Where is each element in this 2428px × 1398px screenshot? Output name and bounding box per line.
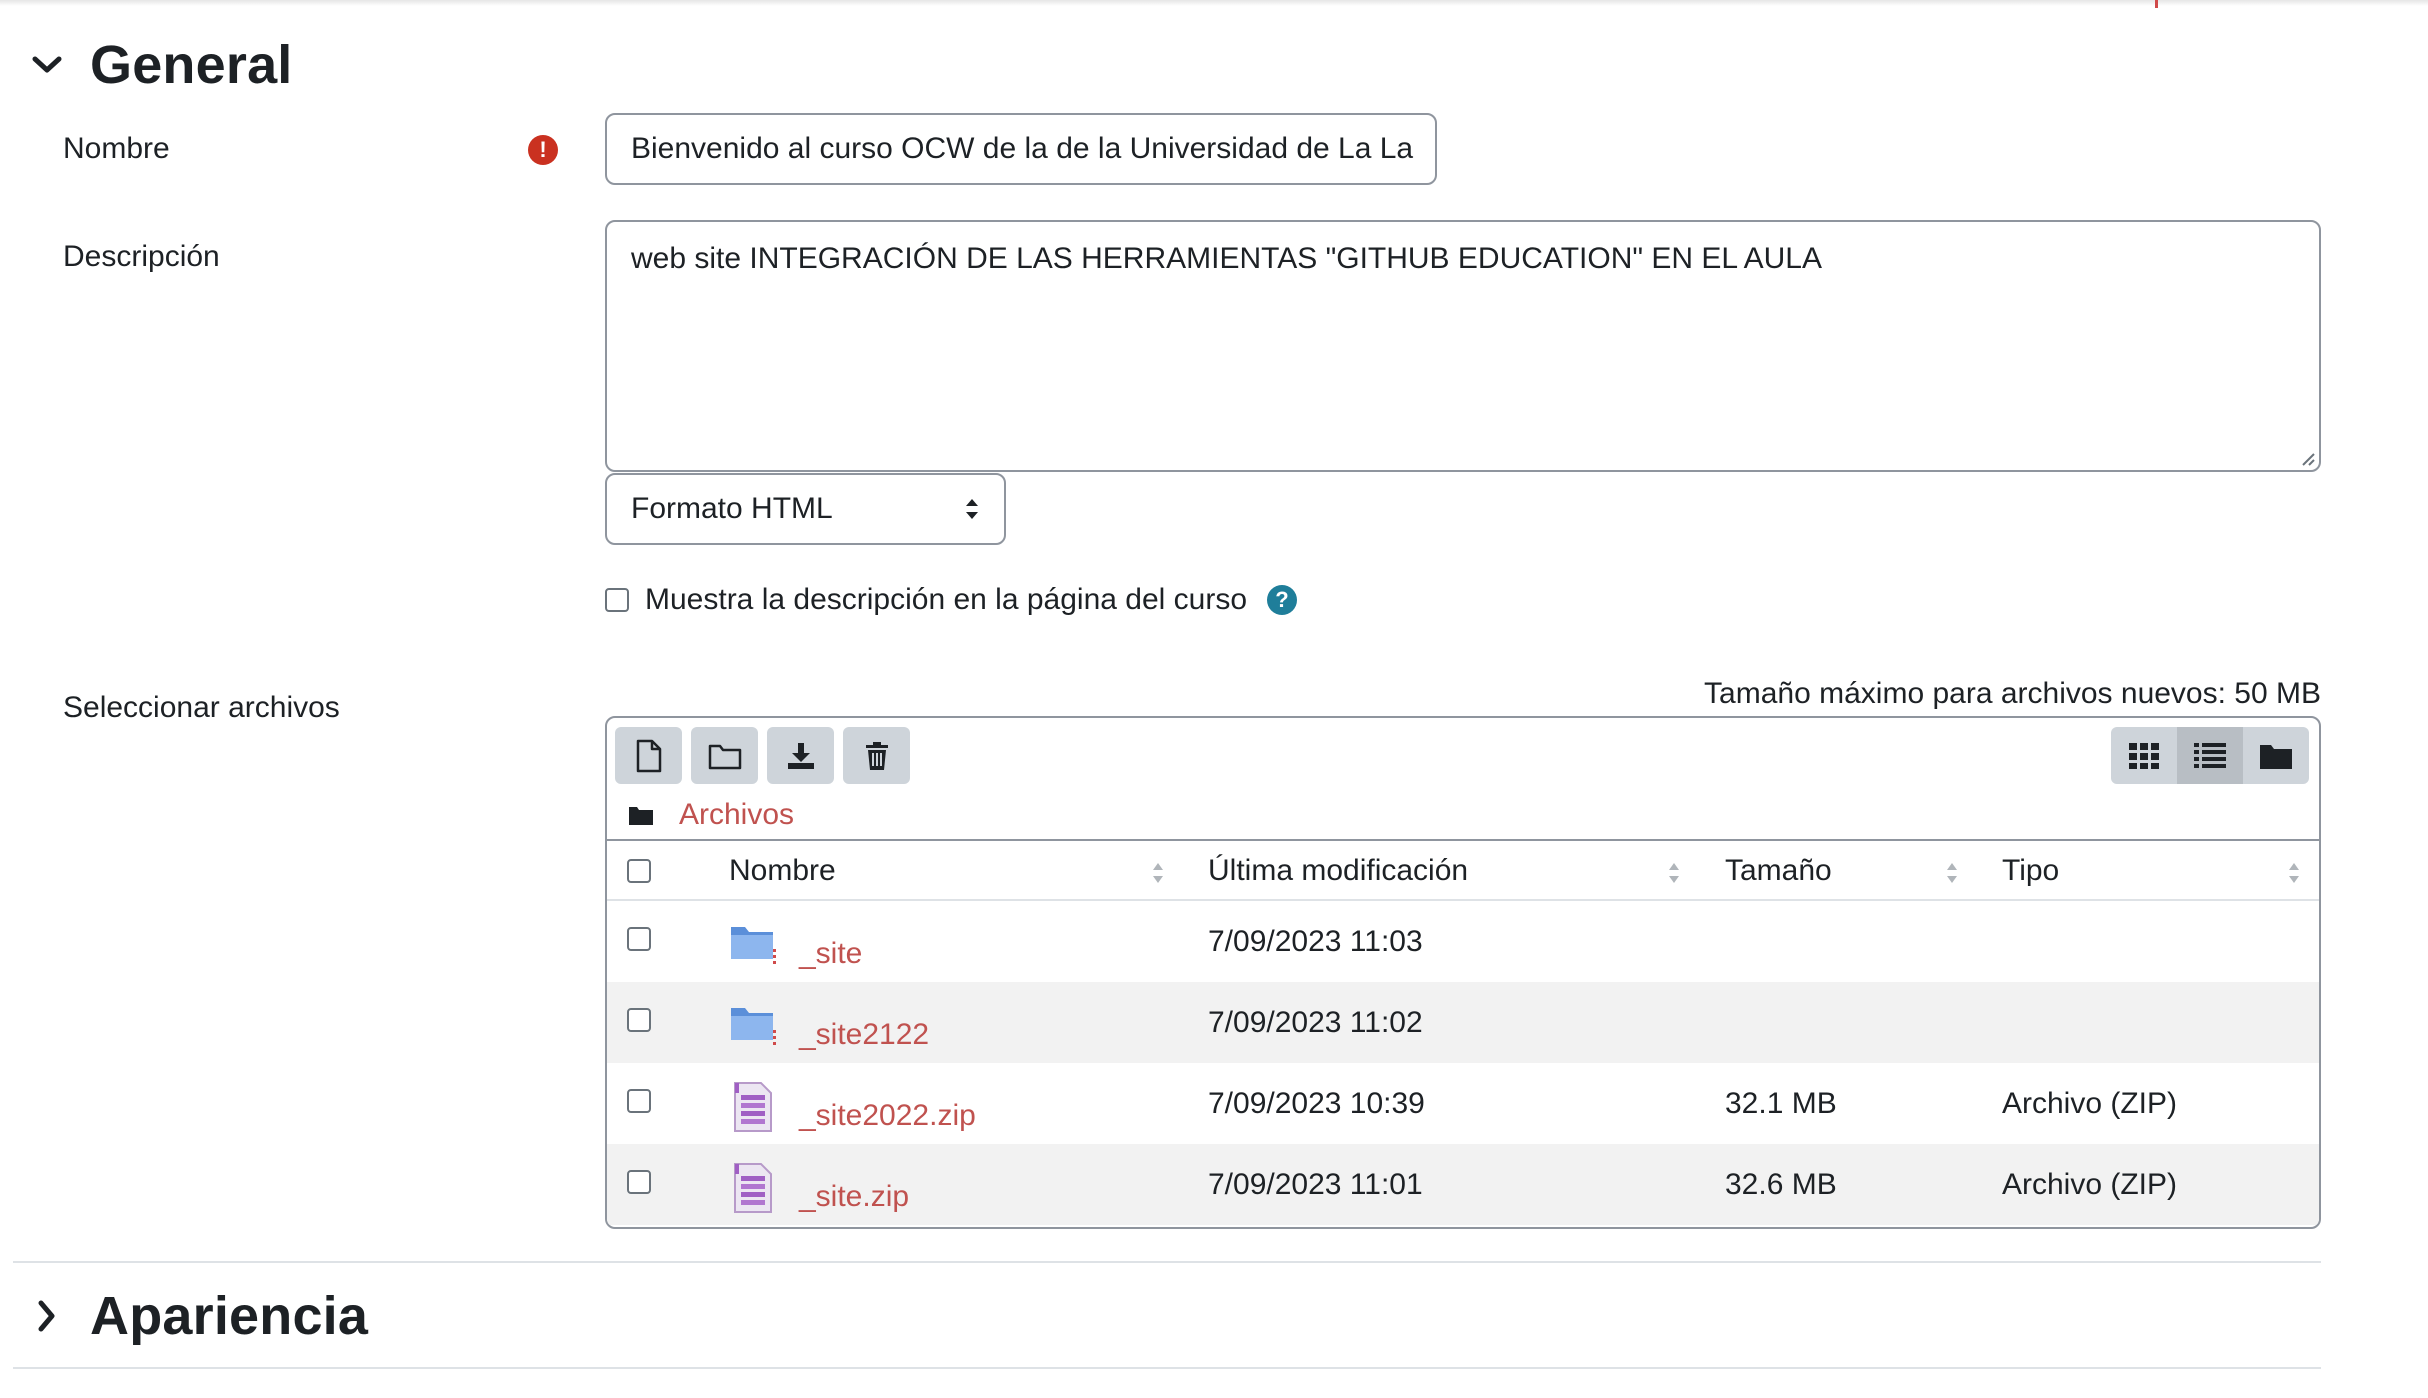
top-edge xyxy=(0,0,2428,6)
row-checkbox[interactable] xyxy=(627,1170,651,1194)
show-description-row: Muestra la descripción en la página del … xyxy=(605,583,1298,617)
sort-arrows-icon[interactable] xyxy=(1945,861,1959,885)
row-checkbox[interactable] xyxy=(627,927,651,951)
files-label: Seleccionar archivos xyxy=(63,691,340,724)
show-description-checkbox[interactable] xyxy=(605,588,629,612)
folder-icon xyxy=(731,1008,776,1045)
section-general-header[interactable]: General xyxy=(30,34,293,96)
select-all-cell xyxy=(627,841,651,901)
list-view-icon xyxy=(2194,742,2226,768)
row-checkbox[interactable] xyxy=(627,1089,651,1113)
sort-arrows-icon[interactable] xyxy=(1667,861,1681,885)
section-divider xyxy=(13,1367,2321,1369)
table-row[interactable]: _site2122 7/09/2023 11:02 xyxy=(607,982,2319,1063)
column-header-modified[interactable]: Última modificación xyxy=(1208,841,1468,901)
descripcion-textarea[interactable]: web site INTEGRACIÓN DE LAS HERRAMIENTAS… xyxy=(605,220,2321,472)
download-all-button[interactable] xyxy=(767,727,834,784)
new-folder-icon xyxy=(708,744,741,769)
file-manager: Archivos Nombre Última modificación Tama… xyxy=(605,716,2321,1229)
section-apariencia-header[interactable]: Apariencia xyxy=(30,1285,368,1347)
breadcrumb-archivos-link[interactable]: Archivos xyxy=(679,798,794,832)
sort-arrows-icon[interactable] xyxy=(1151,861,1165,885)
section-general-title: General xyxy=(90,35,293,95)
folder-tree-icon xyxy=(2260,744,2292,769)
new-file-icon xyxy=(636,739,661,772)
table-row[interactable]: _site 7/09/2023 11:03 xyxy=(607,901,2319,982)
zip-file-icon xyxy=(734,1163,772,1213)
breadcrumb: Archivos xyxy=(629,798,794,832)
file-date: 7/09/2023 10:39 xyxy=(1208,1087,1425,1120)
delete-button[interactable] xyxy=(843,727,910,784)
file-date: 7/09/2023 11:03 xyxy=(1208,925,1423,958)
file-type: Archivo (ZIP) xyxy=(2002,1168,2178,1201)
zip-file-icon xyxy=(734,1082,772,1132)
file-size: 32.1 MB xyxy=(1725,1087,1837,1120)
file-name-link[interactable]: _site2022.zip xyxy=(799,1099,976,1133)
exclamation-circle-icon: ! xyxy=(528,135,558,165)
create-folder-button[interactable] xyxy=(691,727,758,784)
grid-view-button[interactable] xyxy=(2111,727,2177,784)
table-row[interactable]: _site2022.zip 7/09/2023 10:39 32.1 MB Ar… xyxy=(607,1063,2319,1144)
file-size: 32.6 MB xyxy=(1725,1168,1837,1201)
file-name-link[interactable]: _site xyxy=(799,937,862,971)
tree-view-button[interactable] xyxy=(2243,727,2309,784)
nombre-label: Nombre xyxy=(63,132,170,165)
descripcion-value: web site INTEGRACIÓN DE LAS HERRAMIENTAS… xyxy=(631,242,1822,275)
row-checkbox[interactable] xyxy=(627,1008,651,1032)
section-apariencia-title: Apariencia xyxy=(90,1286,369,1346)
folder-icon xyxy=(731,927,776,964)
nombre-input[interactable]: Bienvenido al curso OCW de la de la Univ… xyxy=(605,113,1437,185)
folder-icon xyxy=(629,807,653,825)
file-name-link[interactable]: _site2122 xyxy=(799,1018,929,1052)
chevron-down-icon[interactable] xyxy=(30,48,64,82)
files-table-header: Nombre Última modificación Tamaño Tipo xyxy=(607,839,2319,901)
format-select-value: Formato HTML xyxy=(631,492,833,525)
download-icon xyxy=(787,742,814,769)
list-view-button[interactable] xyxy=(2177,727,2243,784)
select-arrows-icon xyxy=(966,499,978,519)
file-date: 7/09/2023 11:01 xyxy=(1208,1168,1423,1201)
file-type: Archivo (ZIP) xyxy=(2002,1087,2178,1120)
file-name-link[interactable]: _site.zip xyxy=(799,1180,909,1214)
descripcion-label: Descripción xyxy=(63,240,220,273)
resize-handle-icon[interactable] xyxy=(2299,450,2315,466)
max-size-text: Tamaño máximo para archivos nuevos: 50 M… xyxy=(1704,677,2321,710)
file-date: 7/09/2023 11:02 xyxy=(1208,1006,1423,1039)
column-header-name[interactable]: Nombre xyxy=(729,841,836,901)
nombre-input-value: Bienvenido al curso OCW de la de la Univ… xyxy=(631,132,1414,165)
help-question-icon[interactable]: ? xyxy=(1267,585,1298,615)
select-all-checkbox[interactable] xyxy=(627,859,651,883)
view-switcher xyxy=(2111,727,2309,784)
grid-view-icon xyxy=(2129,742,2159,769)
format-select[interactable]: Formato HTML xyxy=(605,473,1006,545)
table-row[interactable]: _site.zip 7/09/2023 11:01 32.6 MB Archiv… xyxy=(607,1144,2319,1225)
column-header-size[interactable]: Tamaño xyxy=(1725,841,1832,901)
section-divider xyxy=(13,1261,2321,1263)
trash-icon xyxy=(865,741,888,770)
top-edge-marker xyxy=(2155,0,2158,8)
chevron-right-icon[interactable] xyxy=(30,1299,64,1333)
show-description-label: Muestra la descripción en la página del … xyxy=(645,583,1248,616)
sort-arrows-icon[interactable] xyxy=(2287,861,2301,885)
column-header-type[interactable]: Tipo xyxy=(2002,841,2059,901)
add-file-button[interactable] xyxy=(615,727,682,784)
